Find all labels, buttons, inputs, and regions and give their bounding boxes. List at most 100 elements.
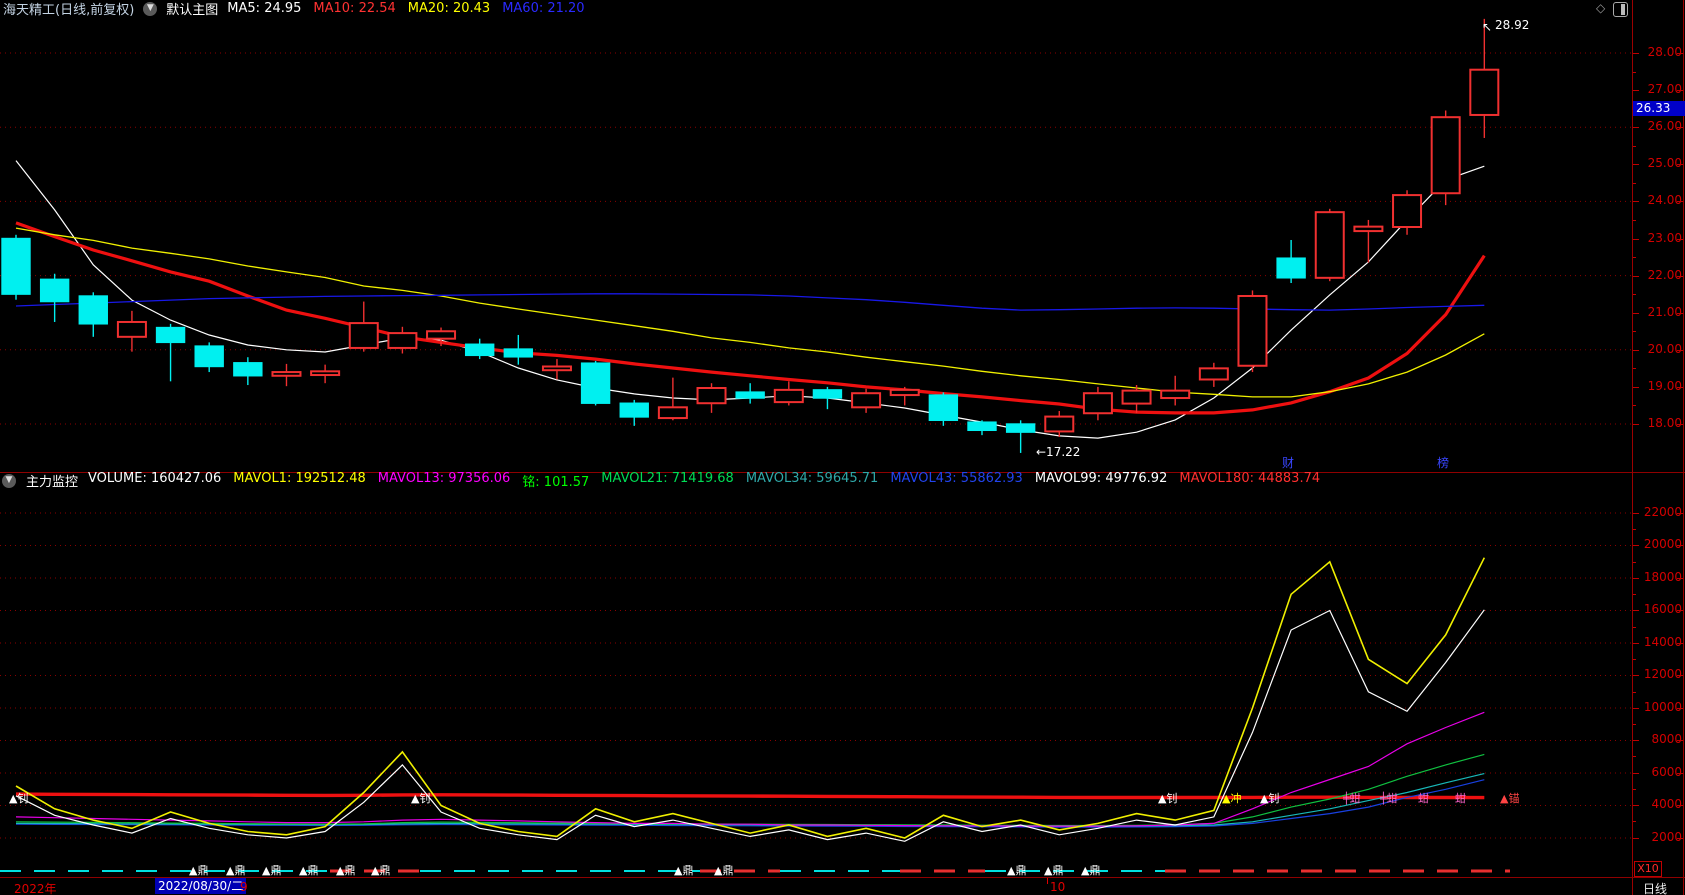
candle-body	[657, 406, 688, 420]
candle-body	[1353, 225, 1384, 233]
price-label-25.00: 25.00	[1647, 156, 1682, 171]
diamond-icon[interactable]: ◇	[1596, 2, 1605, 15]
volume-label-2000: 2000	[1651, 829, 1682, 844]
axis-tick	[1633, 53, 1639, 54]
axis-tick	[1633, 740, 1639, 742]
axis-tick	[1633, 594, 1636, 596]
axis-tick	[1633, 275, 1639, 277]
candle-body	[194, 345, 224, 368]
candle-body	[310, 370, 341, 377]
candle-body	[116, 320, 147, 338]
price-label-18.00: 18.00	[1647, 416, 1682, 430]
axis-tick	[1633, 145, 1636, 147]
signal-marker: 蚶	[1455, 792, 1466, 805]
month-label-9: 9	[240, 880, 248, 894]
candle-body	[1430, 116, 1461, 195]
volume-label-18000: 18000	[1643, 569, 1682, 584]
axis-tick	[1633, 707, 1639, 709]
candle-body	[928, 394, 959, 421]
axis-tick	[1633, 312, 1639, 314]
candle-body	[1, 237, 31, 295]
volume-label-10000: 10000	[1643, 699, 1682, 714]
candle-body	[735, 391, 765, 399]
panel-layout-icon[interactable]	[1613, 2, 1628, 17]
axis-tick	[1633, 756, 1636, 758]
ma-item-3: MA60: 21.20	[502, 1, 585, 16]
axis-tick	[1633, 513, 1639, 514]
signal-marker: ▲钊	[1260, 791, 1279, 805]
low-annotation: ←17.22	[1036, 445, 1080, 459]
price-label-20.00: 20.00	[1647, 341, 1682, 356]
vol-item-4: MAVOL21: 71419.68	[601, 471, 734, 486]
stock-title: 海天精工(日线,前复权)	[3, 3, 135, 18]
price-label-26.00: 26.00	[1647, 119, 1682, 134]
indicator-title: 主力监控	[26, 475, 79, 490]
axis-tick	[1633, 238, 1639, 240]
axis-tick	[1633, 837, 1639, 839]
candle-body	[78, 295, 108, 325]
vol-item-8: MAVOL180: 44883.74	[1179, 471, 1321, 486]
vol-item-7: MAVOL99: 49776.92	[1034, 471, 1168, 486]
axis-tick	[1633, 723, 1636, 725]
volume-line-MAVOL13	[15, 711, 1485, 827]
candle-body	[696, 387, 727, 405]
candle-body	[1160, 389, 1191, 400]
ding-marker: ▲鼎	[299, 864, 318, 877]
month-tick	[1047, 878, 1048, 884]
chevron-down-icon[interactable]: ▼	[143, 1, 158, 16]
vol-item-3: 铭: 101.57	[522, 475, 590, 490]
signal-marker: ╪蚶	[1342, 791, 1361, 805]
volume-multiplier-label: X10	[1634, 861, 1662, 877]
vol-item-5: MAVOL34: 59645.71	[745, 471, 879, 486]
signal-marker: ▲钊	[9, 791, 28, 805]
signal-marker: ▲锚	[1500, 791, 1519, 805]
ding-marker: ▲鼎	[226, 864, 245, 877]
price-label-19.00: 19.00	[1647, 378, 1682, 393]
candle-body	[1469, 68, 1500, 116]
candle-body	[889, 388, 920, 397]
axis-tick	[1633, 127, 1639, 129]
volume-chart[interactable]: ▲鼎 ▲鼎 ▲鼎 ▲鼎 ▲鼎 ▲鼎 ▲鼎 ▲鼎 ▲鼎 ▲鼎 ▲鼎 ▲钊 ▲钊 ▲钊 ▲冲 ▲钊 ╪蚶 ╪蚶 蚶 蚶 ▲锚	[0, 490, 1632, 877]
volume-label-4000: 4000	[1651, 797, 1682, 812]
period-label[interactable]: 日线	[1643, 880, 1667, 895]
bang-tag: 榜	[1437, 455, 1449, 470]
axis-tick	[1633, 788, 1636, 790]
chevron-down-icon[interactable]: ▼	[2, 473, 16, 488]
ma-item-0: MA5: 24.95	[227, 1, 302, 16]
signal-marker: ╪蚶	[1379, 791, 1398, 805]
candle-body	[1121, 389, 1152, 405]
vol-item-1: MAVOL1: 192512.48	[233, 471, 366, 486]
axis-tick	[1633, 164, 1639, 166]
candlestick-chart[interactable]: ↖ 28.92 ←17.22 财 榜	[0, 17, 1632, 472]
axis-tick	[1633, 821, 1636, 823]
selected-date-box[interactable]: 2022/08/30/二	[155, 878, 247, 894]
candle-body	[1237, 295, 1268, 367]
axis-tick	[1633, 219, 1636, 221]
ding-marker: ▲鼎	[1044, 864, 1063, 877]
candle-body	[39, 278, 70, 303]
axis-tick	[1633, 424, 1639, 425]
axis-border-line	[1632, 0, 1633, 895]
volume-label-6000: 6000	[1651, 764, 1682, 779]
volume-label-20000: 20000	[1643, 537, 1682, 552]
ma-legend: MA5: 24.95 MA10: 22.54 MA20: 20.43 MA60: 21…	[227, 1, 584, 16]
app-window: 海天精工(日线,前复权) ▼ 默认主图 MA5: 24.95 MA10: 22.5…	[0, 0, 1685, 895]
axis-tick	[1633, 71, 1636, 73]
price-label-22.00: 22.00	[1647, 267, 1682, 282]
axis-tick	[1633, 331, 1636, 333]
cai-tag: 财	[1282, 456, 1294, 470]
main-chart-header: 海天精工(日线,前复权) ▼ 默认主图 MA5: 24.95 MA10: 22.5…	[0, 0, 585, 18]
ding-marker: ▲鼎	[1081, 864, 1100, 877]
candle-body	[348, 322, 379, 349]
volume-label-8000: 8000	[1651, 732, 1682, 747]
candle-body	[387, 332, 418, 349]
volume-legend: VOLUME: 160427.06 MAVOL1: 192512.48 MAVOL1…	[88, 471, 1320, 490]
volume-line-VOLUME	[15, 609, 1485, 842]
volume-header: ▼ 主力监控 VOLUME: 160427.06 MAVOL1: 192512.4…	[0, 471, 1320, 490]
axis-tick	[1633, 368, 1636, 370]
date-axis-bar: 2022年 2022/08/30/二 9 10 日线	[0, 878, 1685, 895]
candle-body	[503, 348, 534, 358]
ding-marker: ▲鼎	[189, 864, 208, 877]
candle-body	[1082, 392, 1113, 415]
volume-line-MAVOL21	[15, 753, 1485, 827]
